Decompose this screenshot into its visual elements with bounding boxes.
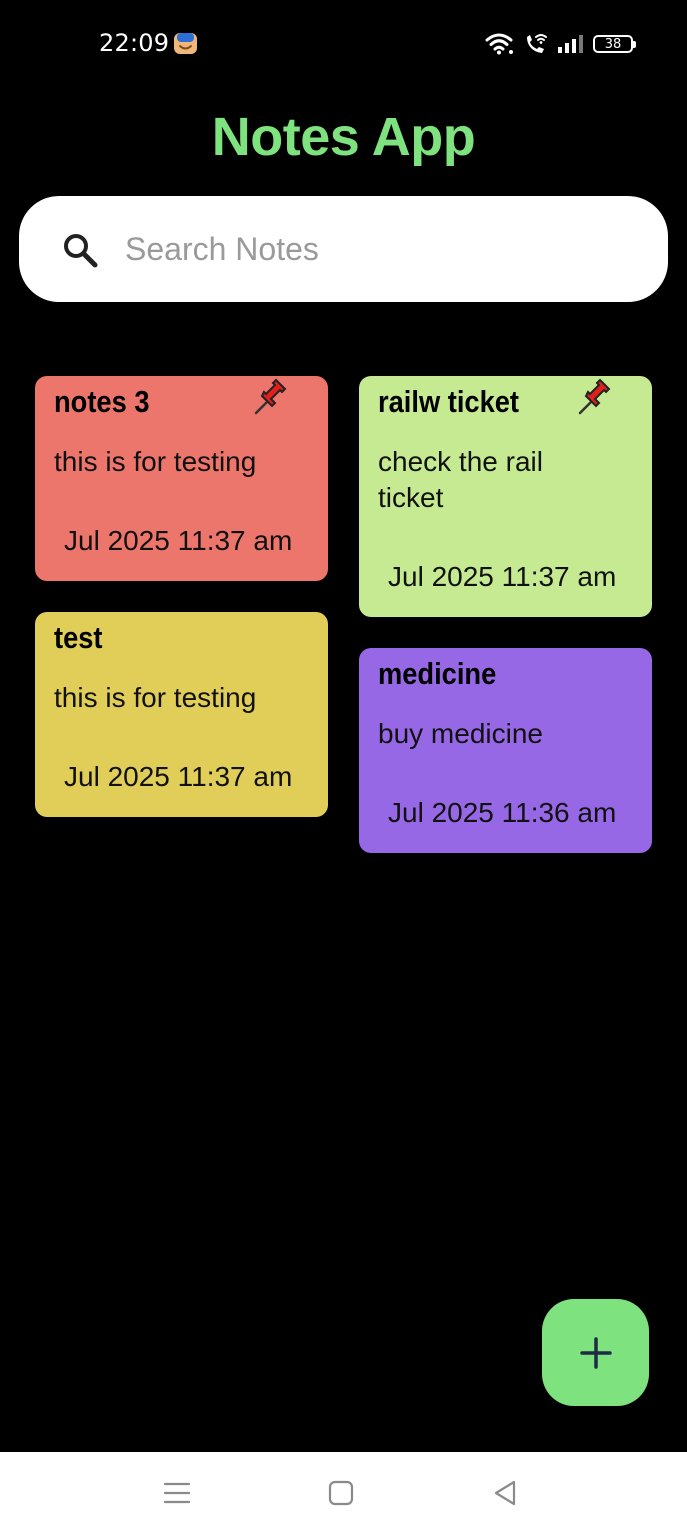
note-body: check the rail ticket <box>378 446 543 513</box>
search-input[interactable] <box>125 226 625 272</box>
menu-icon[interactable] <box>163 1479 191 1507</box>
app-title: Notes App <box>211 107 476 167</box>
home-icon[interactable] <box>327 1479 355 1507</box>
note-title: railw ticket <box>378 384 520 419</box>
note-card[interactable]: medicine buy medicine Jul 2025 11:36 am <box>359 648 652 853</box>
battery-level: 38 <box>604 36 622 52</box>
note-card[interactable]: railw ticket check the rail ticket Jul 2… <box>359 376 652 617</box>
pin-icon[interactable] <box>574 376 616 418</box>
add-note-button[interactable] <box>542 1299 649 1406</box>
back-icon[interactable] <box>491 1479 519 1507</box>
note-body: this is for testing <box>54 682 257 713</box>
note-body: buy medicine <box>378 718 543 749</box>
note-title: test <box>54 620 103 655</box>
status-bar: 22:09 38 <box>0 0 687 88</box>
battery-icon: 38 <box>593 35 636 53</box>
note-date: Jul 2025 11:37 am <box>388 561 617 592</box>
note-date: Jul 2025 11:37 am <box>64 525 293 556</box>
plus-icon <box>579 1336 612 1369</box>
search-icon[interactable] <box>60 230 100 270</box>
note-body: this is for testing <box>54 446 257 477</box>
wifi-icon <box>485 33 513 55</box>
app-screen: 22:09 38 Notes App Search Notes notes 3 … <box>0 0 687 1536</box>
note-title: medicine <box>378 656 497 691</box>
signal-icon <box>558 35 583 53</box>
pin-icon[interactable] <box>250 376 292 418</box>
wifi-calling-icon <box>527 34 547 53</box>
notification-app-icon <box>174 33 197 54</box>
note-card[interactable]: notes 3 this is for testing Jul 2025 11:… <box>35 376 328 581</box>
status-icons: 38 <box>485 30 636 58</box>
note-date: Jul 2025 11:37 am <box>64 761 293 792</box>
note-date: Jul 2025 11:36 am <box>388 797 617 828</box>
note-title: notes 3 <box>54 384 150 419</box>
status-time: 22:09 <box>99 29 170 57</box>
note-card[interactable]: test this is for testing Jul 2025 11:37 … <box>35 612 328 817</box>
